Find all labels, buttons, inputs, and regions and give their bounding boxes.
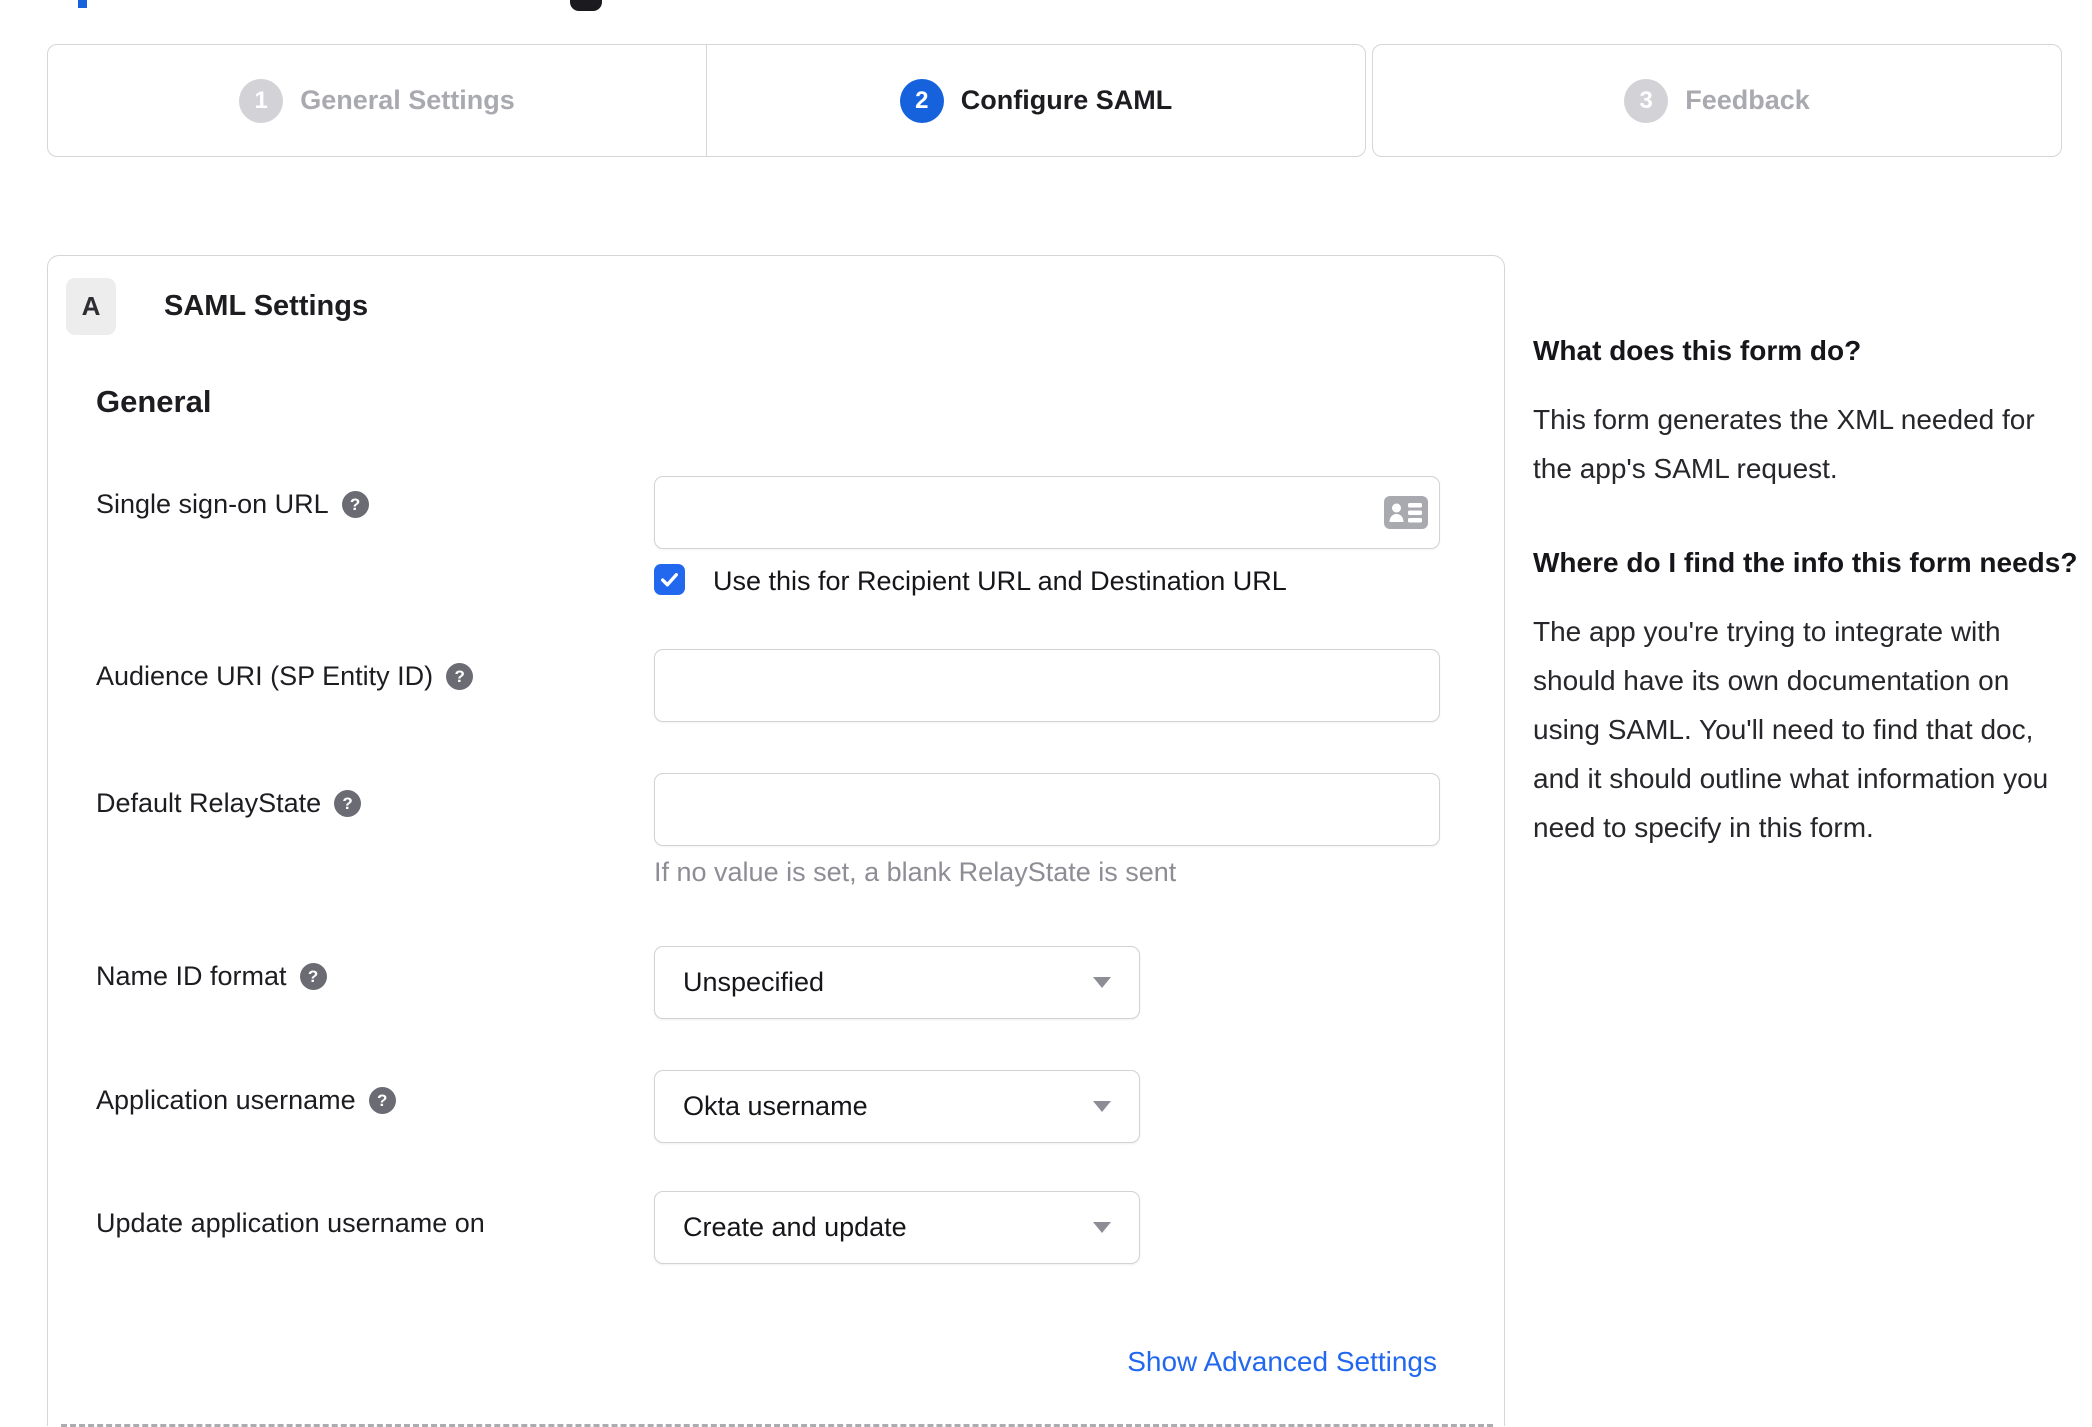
step-3-number-badge: 3 <box>1624 78 1669 123</box>
relaystate-helper-text: If no value is set, a blank RelayState i… <box>654 857 1177 887</box>
help-icon[interactable] <box>368 1087 396 1114</box>
dropdown-arrow-icon <box>1093 1101 1111 1112</box>
help-sidebar: What does this form do? This form genera… <box>1533 328 2081 852</box>
help-icon[interactable] <box>334 790 362 817</box>
wizard-stepper-feedback: 3 Feedback <box>1372 44 2062 157</box>
dropdown-arrow-icon <box>1093 1222 1111 1233</box>
step-2-number-badge: 2 <box>899 78 944 123</box>
section-title: SAML Settings <box>164 290 369 322</box>
recipient-url-checkbox-label[interactable]: Use this for Recipient URL and Destinati… <box>713 566 1287 597</box>
cutoff-blue-fragment <box>78 0 87 8</box>
recipient-url-checkbox[interactable] <box>654 564 685 595</box>
audience-uri-input[interactable] <box>654 649 1440 722</box>
help-icon[interactable] <box>446 663 474 690</box>
section-a-badge: A <box>66 278 116 335</box>
update-app-username-select[interactable]: Create and update <box>654 1191 1140 1264</box>
field-label-text: Audience URI (SP Entity ID) <box>96 661 434 691</box>
help-body-1: This form generates the XML needed for t… <box>1533 404 2035 484</box>
saml-settings-panel: A SAML Settings General Single sign-on U… <box>47 255 1505 1427</box>
contact-card-icon[interactable] <box>1384 496 1428 529</box>
step-2-label: Configure SAML <box>960 85 1173 115</box>
help-icon[interactable] <box>341 491 369 518</box>
name-id-format-select[interactable]: Unspecified <box>654 946 1140 1019</box>
name-id-format-label: Name ID format <box>96 961 327 992</box>
field-label-text: Single sign-on URL <box>96 489 329 519</box>
default-relaystate-input[interactable] <box>654 773 1440 846</box>
audience-uri-label: Audience URI (SP Entity ID) <box>96 661 474 692</box>
select-value: Create and update <box>683 1212 907 1242</box>
cutoff-black-fragment <box>570 0 602 11</box>
field-label-text: Name ID format <box>96 961 287 991</box>
step-1-label: General Settings <box>300 85 515 115</box>
step-3-label: Feedback <box>1685 85 1810 115</box>
step-configure-saml[interactable]: 2 Configure SAML <box>707 45 1365 156</box>
dropdown-arrow-icon <box>1093 977 1111 988</box>
checkmark-icon <box>660 573 679 587</box>
help-heading-1: What does this form do? <box>1533 335 1862 366</box>
help-body-2: The app you're trying to integrate with … <box>1533 616 2049 843</box>
group-title-general: General <box>96 384 212 419</box>
default-relaystate-label: Default RelayState <box>96 788 362 819</box>
field-label-text: Application username <box>96 1085 356 1115</box>
select-value: Unspecified <box>683 967 825 997</box>
step-feedback[interactable]: 3 Feedback <box>1373 45 2061 156</box>
show-advanced-settings-link[interactable]: Show Advanced Settings <box>1127 1346 1437 1378</box>
help-icon[interactable] <box>299 963 327 990</box>
step-general-settings[interactable]: 1 General Settings <box>48 45 707 156</box>
select-value: Okta username <box>683 1091 868 1121</box>
wizard-stepper: 1 General Settings 2 Configure SAML <box>47 44 1366 157</box>
application-username-label: Application username <box>96 1085 396 1116</box>
step-1-number-badge: 1 <box>239 78 284 123</box>
field-label-text: Default RelayState <box>96 788 322 818</box>
update-app-username-label: Update application username on <box>96 1208 485 1239</box>
application-username-select[interactable]: Okta username <box>654 1070 1140 1143</box>
help-heading-2: Where do I find the info this form needs… <box>1533 547 2078 578</box>
single-sign-on-url-input[interactable] <box>654 476 1440 549</box>
single-sign-on-url-label: Single sign-on URL <box>96 489 369 520</box>
field-label-text: Update application username on <box>96 1208 485 1238</box>
